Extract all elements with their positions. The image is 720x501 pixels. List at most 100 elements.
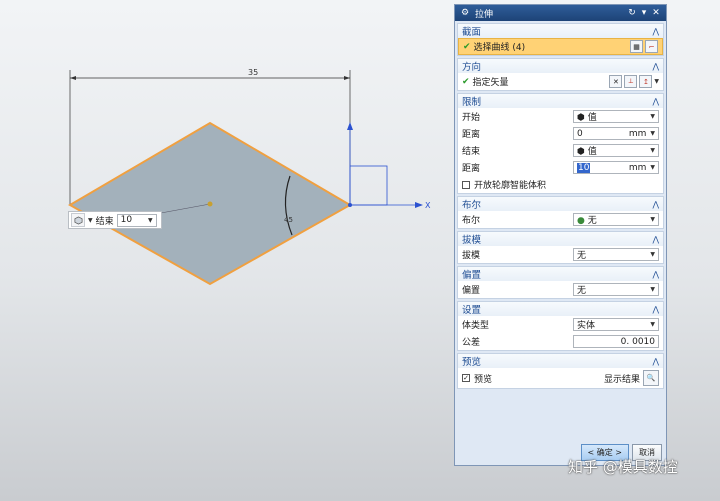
dialog-title-bar[interactable]: ⚙ 拉伸 ↻ ▾ ✕ (455, 5, 666, 21)
chevron-down-icon: ▼ (650, 286, 655, 293)
end-label: 结束 (462, 147, 481, 157)
start-distance-row: 距离 0 mm ▼ (458, 125, 663, 142)
end-value-text: 10 (120, 215, 133, 225)
cube-icon: ⬢ (577, 113, 585, 123)
select-curve-row[interactable]: ✔ 选择曲线 (4) ▦ ⌐ (458, 38, 663, 55)
section-header[interactable]: 限制 ⋀ (458, 94, 663, 108)
section-profile: 截面 ⋀ ✔ 选择曲线 (4) ▦ ⌐ (457, 23, 664, 56)
specify-vector-label: 指定矢量 (472, 78, 509, 88)
collapse-icon[interactable]: ⋀ (652, 270, 659, 279)
chevron-down-icon: ▼ (148, 216, 153, 224)
close-icon[interactable]: ✕ (650, 8, 662, 18)
gear-icon[interactable]: ⚙ (459, 8, 471, 18)
start-distance-value: 0 (577, 128, 583, 139)
magnifier-icon[interactable]: 🔍 (643, 370, 659, 386)
section-header[interactable]: 方向 ⋀ (458, 59, 663, 73)
cube-icon[interactable] (71, 213, 85, 227)
vector-dialog-icon[interactable]: ⟂ (624, 75, 638, 88)
specify-vector-row[interactable]: ✔ 指定矢量 ✕ ⟂ ↥ ▼ (458, 73, 663, 90)
collapse-icon[interactable]: ⋀ (652, 62, 659, 71)
preview-checkbox[interactable]: ✓ (462, 374, 470, 382)
boolean-label: 布尔 (462, 216, 481, 226)
section-header[interactable]: 预览 ⋀ (458, 354, 663, 368)
draft-label: 拔模 (462, 251, 481, 261)
chevron-down-icon: ▼ (650, 216, 655, 223)
start-value: 值 (587, 113, 597, 123)
end-select[interactable]: ⬢ 值 ▼ (573, 144, 659, 157)
end-distance-label: 距离 (462, 164, 481, 174)
start-select[interactable]: ⬢ 值 ▼ (573, 110, 659, 123)
offset-value: 无 (577, 286, 587, 296)
tolerance-input[interactable]: 0. 0010 (573, 335, 659, 348)
chevron-down-icon: ▼ (650, 130, 655, 137)
reset-icon[interactable]: ↻ (626, 8, 638, 18)
check-icon: ✔ (462, 76, 470, 87)
open-profile-label: 开放轮廓智能体积 (474, 181, 547, 191)
section-title: 截面 (462, 27, 482, 38)
section-title: 预览 (462, 357, 482, 368)
open-profile-checkbox[interactable] (462, 180, 470, 189)
section-title: 偏置 (462, 270, 482, 281)
collapse-icon[interactable]: ⋀ (652, 235, 659, 244)
draft-select[interactable]: 无 ▼ (573, 248, 659, 261)
section-title: 限制 (462, 97, 482, 108)
end-distance-input[interactable]: 10 mm ▼ (573, 161, 659, 174)
check-icon: ✔ (463, 41, 471, 52)
chevron-down-icon[interactable]: ▼ (654, 78, 659, 85)
draft-row: 拔模 无 ▼ (458, 246, 663, 263)
chevron-down-icon[interactable]: ▼ (88, 217, 93, 224)
section-header[interactable]: 布尔 ⋀ (458, 197, 663, 211)
inferred-vector-icon[interactable]: ↥ (639, 75, 653, 88)
section-preview: 预览 ⋀ ✓ 预览 显示结果 🔍 (457, 353, 664, 389)
section-title: 拔模 (462, 235, 482, 246)
select-curve-label: 选择曲线 (4) (473, 43, 526, 53)
extrude-dialog: ⚙ 拉伸 ↻ ▾ ✕ 截面 ⋀ ✔ 选择曲线 (4) ▦ ⌐ 方向 ⋀ ✔ 指定矢量… (454, 4, 667, 466)
end-value-input[interactable]: 10 ▼ (116, 213, 157, 227)
collapse-icon[interactable]: ⋀ (652, 27, 659, 36)
collapse-icon[interactable]: ⋀ (652, 305, 659, 314)
watermark: 知乎 @模具数控 (568, 458, 678, 476)
section-header[interactable]: 截面 ⋀ (458, 24, 663, 38)
boolean-row: 布尔 ● 无 ▼ (458, 211, 663, 228)
collapse-icon[interactable]: ⋀ (652, 97, 659, 106)
angle-text: 45 (284, 216, 293, 224)
end-distance-value: 10 (577, 162, 591, 173)
dimension-text: 35 (248, 68, 258, 77)
offset-label: 偏置 (462, 286, 481, 296)
section-header[interactable]: 设置 ⋀ (458, 302, 663, 316)
show-result-label: 显示结果 (603, 374, 640, 385)
section-draft: 拔模 ⋀ 拔模 无 ▼ (457, 231, 664, 264)
boolean-icon: ● (577, 216, 585, 226)
chevron-down-icon: ▼ (650, 113, 655, 120)
reverse-direction-icon[interactable]: ✕ (609, 75, 623, 88)
dialog-title: 拉伸 (475, 9, 494, 20)
tolerance-value: 0. 0010 (620, 336, 655, 347)
section-header[interactable]: 拔模 ⋀ (458, 232, 663, 246)
draft-value: 无 (577, 251, 587, 261)
section-header[interactable]: 偏置 ⋀ (458, 267, 663, 281)
end-value: 值 (587, 147, 597, 157)
body-type-select[interactable]: 实体 ▼ (573, 318, 659, 331)
end-label: 结束 (95, 216, 114, 227)
boolean-select[interactable]: ● 无 ▼ (573, 213, 659, 226)
section-title: 布尔 (462, 200, 482, 211)
preview-row: ✓ 预览 显示结果 🔍 (458, 368, 663, 388)
open-profile-row[interactable]: 开放轮廓智能体积 (458, 176, 663, 193)
section-offset: 偏置 ⋀ 偏置 无 ▼ (457, 266, 664, 299)
start-distance-input[interactable]: 0 mm ▼ (573, 127, 659, 140)
collapse-icon[interactable]: ⋀ (652, 200, 659, 209)
sketch-section-icon[interactable]: ▦ (630, 40, 643, 53)
start-row: 开始 ⬢ 值 ▼ (458, 108, 663, 125)
offset-select[interactable]: 无 ▼ (573, 283, 659, 296)
end-distance-row: 距离 10 mm ▼ (458, 159, 663, 176)
offset-row: 偏置 无 ▼ (458, 281, 663, 298)
curve-select-icon[interactable]: ⌐ (645, 40, 658, 53)
on-screen-input-box: ▼ 结束 10 ▼ (68, 211, 162, 229)
x-axis-label: X (425, 201, 431, 210)
tolerance-label: 公差 (462, 338, 481, 348)
chevron-down-icon: ▼ (650, 321, 655, 328)
collapse-icon[interactable]: ⋀ (652, 357, 659, 366)
start-label: 开始 (462, 113, 481, 123)
dropdown-icon[interactable]: ▾ (638, 8, 650, 18)
body-type-label: 体类型 (462, 321, 490, 331)
